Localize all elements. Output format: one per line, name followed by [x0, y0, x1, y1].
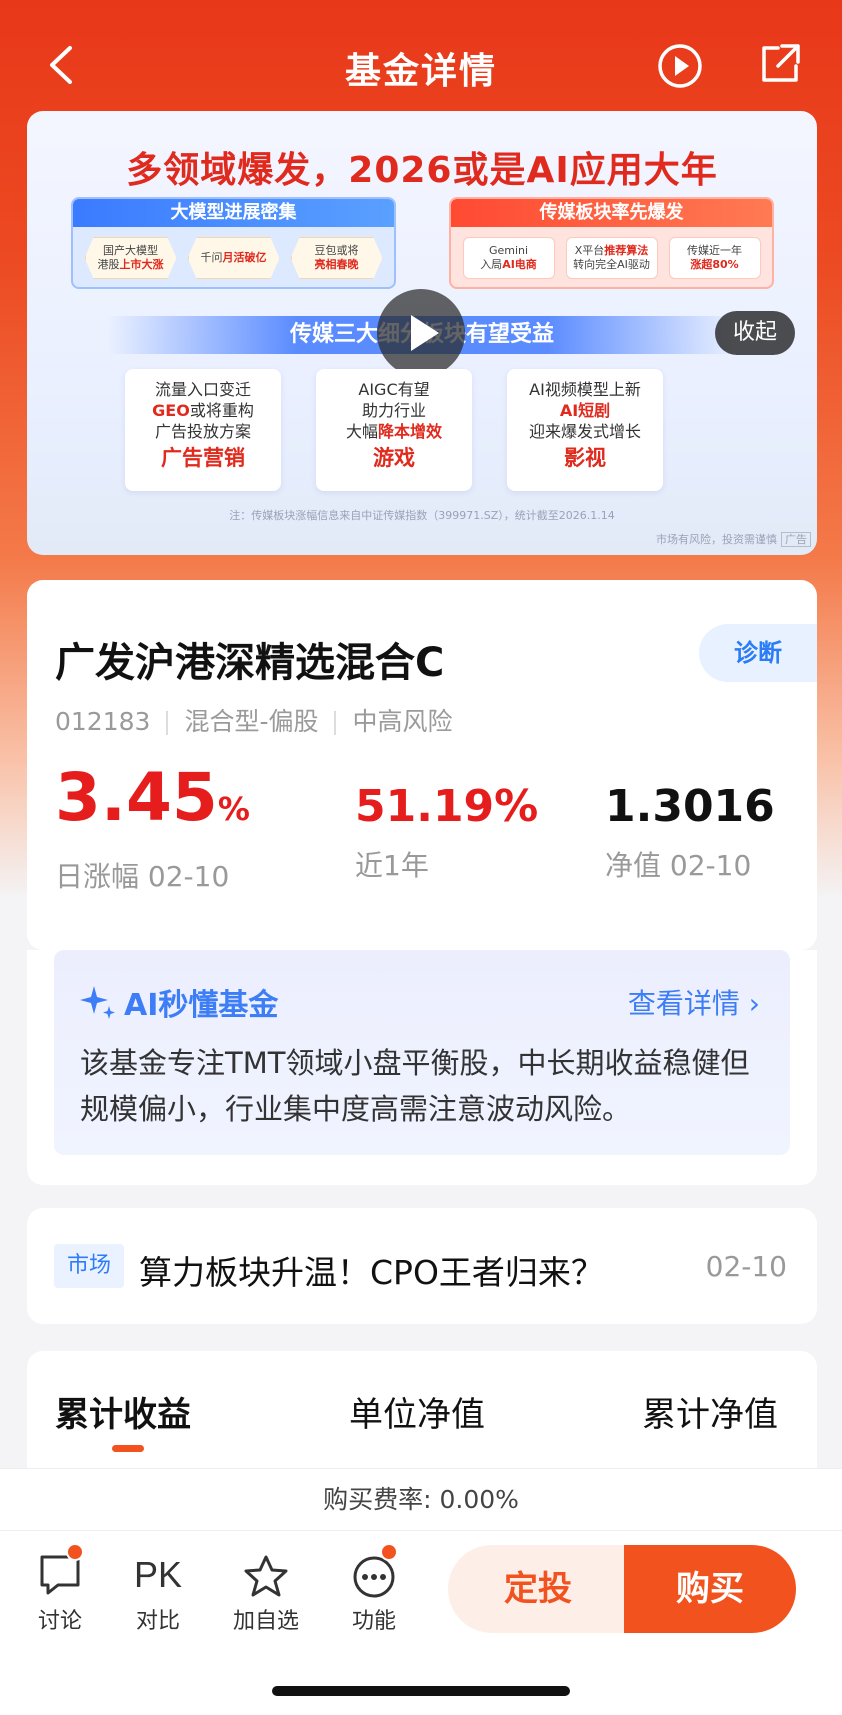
nav-stat: 1.3016 净值 02-10 — [605, 776, 775, 884]
fund-code: 012183 — [55, 707, 151, 736]
fund-type: 混合型-偏股 — [184, 707, 319, 736]
banner-footnote: 注：传媒板块涨幅信息来自中证传媒指数（399971.SZ），统计截至2026.1… — [229, 509, 615, 522]
ai-summary-text: 该基金专注TMT领域小盘平衡股，中长期收益稳健但规模偏小，行业集中度高需注意波动… — [80, 1046, 750, 1126]
page-title: 基金详情 — [344, 51, 497, 92]
sector-category: 广告营销 — [161, 446, 245, 470]
daily-change-unit: % — [217, 790, 250, 828]
video-play-icon[interactable] — [377, 289, 465, 377]
active-tab-indicator — [112, 1445, 144, 1452]
fund-summary-card: 广发沪港深精选混合C 诊断 012183 混合型-偏股 中高风险 3.45% 日涨幅… — [27, 580, 817, 950]
home-indicator[interactable] — [272, 1686, 570, 1696]
ad-tag: 广告 — [781, 532, 811, 547]
right-chip: 传媒近一年 涨超80% — [668, 237, 761, 279]
action-label: 加自选 — [232, 1609, 299, 1634]
compare-action[interactable]: PK 对比 — [118, 1547, 198, 1635]
buy-button[interactable]: 购买 — [624, 1545, 796, 1633]
watchlist-action[interactable]: 加自选 — [226, 1547, 306, 1635]
daily-change-value: 3.45 — [55, 759, 218, 836]
sector-card-ads: 流量入口变迁 GEO或将重构 广告投放方案 广告营销 — [125, 369, 281, 491]
tab-unit-nav[interactable]: 单位净值 — [349, 1387, 485, 1436]
news-item[interactable]: 市场 算力板块升温！CPO王者归来？ 02-10 — [27, 1208, 817, 1324]
ai-title: AI秒懂基金 — [124, 988, 279, 1023]
functions-action[interactable]: 功能 — [334, 1543, 414, 1635]
daily-change-stat: 3.45% 日涨幅 02-10 — [55, 758, 250, 895]
sparkle-icon — [80, 986, 115, 1019]
purchase-fee: 购买费率: 0.00% — [0, 1468, 842, 1530]
year-return-value: 51.19% — [355, 781, 539, 832]
share-icon[interactable] — [756, 40, 804, 88]
right-chip: X平台推荐算法 转向完全AI驱动 — [565, 237, 658, 279]
sector-card-games: AIGC有望 助力行业 大幅降本增效 游戏 — [316, 369, 472, 491]
divider — [166, 711, 169, 735]
tab-cumulative-return[interactable]: 累计收益 — [55, 1387, 191, 1436]
daily-change-label: 日涨幅 02-10 — [55, 860, 230, 893]
action-label: 对比 — [135, 1609, 180, 1634]
bottom-action-bar: 讨论 PK 对比 加自选 功能 定投 购买 — [0, 1530, 842, 1640]
sector-category: 游戏 — [373, 446, 415, 470]
left-chip: 千问月活破亿 — [187, 237, 280, 279]
notification-dot — [66, 1543, 84, 1561]
sector-card-film: AI视频模型上新 AI短剧 迎来爆发式增长 影视 — [507, 369, 663, 491]
fund-meta: 012183 混合型-偏股 中高风险 — [55, 702, 452, 738]
discuss-action[interactable]: 讨论 — [20, 1543, 100, 1635]
fund-name: 广发沪港深精选混合C — [55, 640, 445, 686]
banner-right-panel: 传媒板块率先爆发 Gemini 入局AI电商 X平台推荐算法 转向完全AI驱动 传媒… — [449, 197, 774, 289]
pk-icon: PK — [133, 1554, 183, 1595]
action-label: 功能 — [351, 1609, 396, 1634]
left-chip: 豆包或将 亮相春晚 — [290, 237, 383, 279]
ai-section: AI秒懂基金 查看详情 › 该基金专注TMT领域小盘平衡股，中长期收益稳健但规模… — [27, 950, 817, 1185]
nav-label: 净值 02-10 — [605, 849, 752, 882]
news-date: 02-10 — [705, 1250, 787, 1283]
fixed-investment-button[interactable]: 定投 — [448, 1545, 628, 1633]
notification-dot — [380, 1543, 398, 1561]
left-chip: 国产大模型 港股上市大涨 — [84, 237, 177, 279]
safe-area — [0, 1640, 842, 1715]
divider — [334, 711, 337, 735]
action-label: 讨论 — [37, 1609, 82, 1634]
collapse-button[interactable]: 收起 — [715, 311, 795, 355]
promo-banner[interactable]: 多领域爆发，2026或是AI应用大年 大模型进展密集 国产大模型 港股上市大涨 千… — [27, 111, 817, 555]
banner-left-panel: 大模型进展密集 国产大模型 港股上市大涨 千问月活破亿 豆包或将 亮相春晚 — [71, 197, 396, 289]
right-chip: Gemini 入局AI电商 — [462, 237, 555, 279]
banner-headline: 多领域爆发，2026或是AI应用大年 — [126, 150, 718, 191]
risk-disclaimer: 市场有风险，投资需谨慎 广告 — [656, 531, 811, 547]
view-details-link[interactable]: 查看详情 › — [628, 982, 760, 1022]
top-nav-bar: 基金详情 — [0, 20, 842, 110]
diagnose-button[interactable]: 诊断 — [699, 624, 817, 682]
news-title: 算力板块升温！CPO王者归来？ — [139, 1253, 604, 1292]
play-circle-icon[interactable] — [656, 42, 704, 90]
fund-risk: 中高风险 — [352, 707, 453, 736]
star-icon — [244, 1555, 288, 1597]
year-return-label: 近1年 — [355, 849, 429, 882]
sector-category: 影视 — [564, 446, 606, 470]
left-panel-title: 大模型进展密集 — [73, 199, 394, 227]
tab-cumulative-nav[interactable]: 累计净值 — [642, 1387, 778, 1436]
chart-tabs: 累计收益 单位净值 累计净值 — [27, 1351, 817, 1471]
nav-value: 1.3016 — [605, 781, 775, 832]
ai-summary-card[interactable]: AI秒懂基金 查看详情 › 该基金专注TMT领域小盘平衡股，中长期收益稳健但规模… — [54, 950, 790, 1155]
right-panel-title: 传媒板块率先爆发 — [451, 199, 772, 227]
year-return-stat: 51.19% 近1年 — [355, 776, 538, 884]
news-tag: 市场 — [54, 1244, 124, 1288]
